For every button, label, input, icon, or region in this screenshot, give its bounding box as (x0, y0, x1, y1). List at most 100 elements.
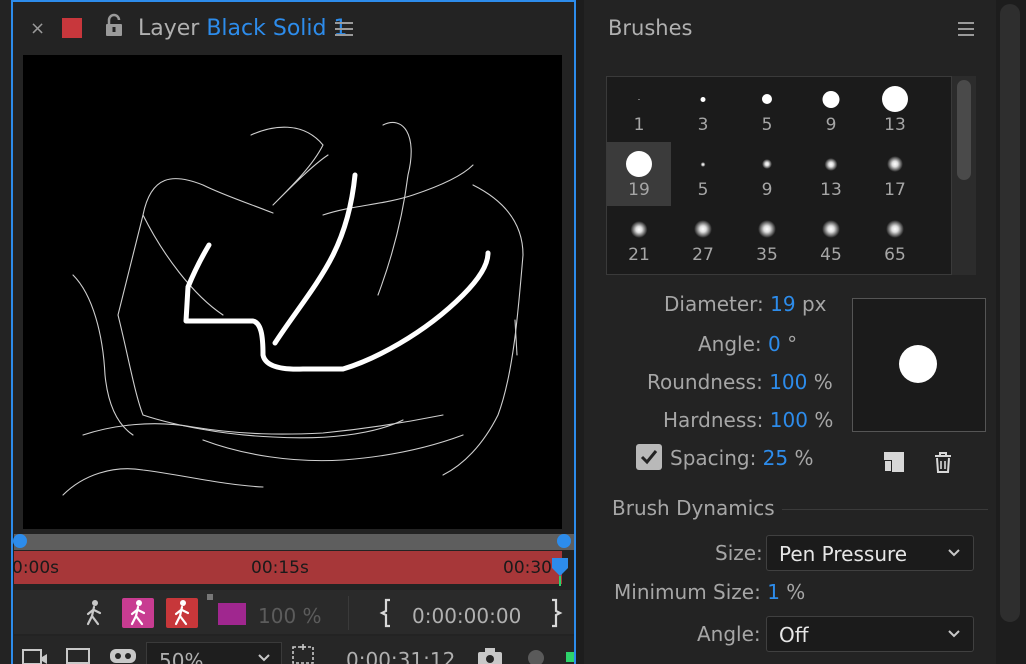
roundness-row: Roundness: 100 % (647, 370, 833, 394)
playhead-marker[interactable] (550, 552, 570, 586)
brush-preset[interactable]: 35 (735, 207, 799, 271)
panel-menu-icon[interactable] (335, 22, 353, 36)
region-of-interest-icon[interactable] (290, 644, 316, 664)
brush-preset[interactable]: 1 (607, 77, 671, 141)
brush-size-label: 9 (825, 115, 837, 135)
zoom-dropdown[interactable]: 50% (146, 642, 282, 664)
brush-preset[interactable]: 3 (671, 77, 735, 141)
brush-tip-icon (700, 161, 706, 167)
layer-viewer-canvas[interactable] (23, 55, 562, 529)
brush-tip-icon (882, 86, 908, 112)
close-tab-icon[interactable]: × (30, 18, 45, 39)
brush-tip-icon (638, 98, 640, 100)
brush-tip-icon (886, 220, 904, 238)
brush-preset[interactable]: 9 (735, 142, 799, 206)
brush-preset[interactable]: 45 (799, 207, 863, 271)
work-area-range-bar[interactable] (14, 534, 574, 550)
minimum-size-value[interactable]: 1 (767, 580, 780, 604)
brush-size-label: 1 (633, 115, 645, 135)
onion-skin-mode-button[interactable] (122, 598, 154, 628)
range-end-handle[interactable] (557, 534, 571, 548)
brush-size-label: 13 (820, 180, 842, 200)
dynamics-size-label: Size: (715, 541, 763, 565)
brush-size-label: 5 (697, 180, 709, 200)
spacing-unit: % (794, 446, 814, 470)
chevron-down-icon (258, 654, 270, 662)
minimum-size-row: Minimum Size: 1 % (614, 580, 805, 604)
unlock-icon[interactable] (103, 13, 125, 37)
brush-size-label: 21 (628, 245, 650, 265)
brush-preset[interactable]: 5 (671, 142, 735, 206)
brush-tip-icon (887, 156, 903, 172)
diameter-value[interactable]: 19 (770, 292, 795, 316)
brush-preset[interactable]: 27 (671, 207, 735, 271)
view-options-icon[interactable] (108, 646, 138, 664)
diameter-row: Diameter: 19 px (664, 292, 826, 316)
minimum-size-unit: % (786, 580, 806, 604)
hardness-value[interactable]: 100 (770, 408, 808, 432)
show-snapshot-icon[interactable] (522, 646, 550, 664)
trash-icon[interactable] (932, 450, 954, 474)
brush-preset[interactable]: 17 (863, 142, 927, 206)
roundness-value[interactable]: 100 (769, 370, 807, 394)
opacity-value[interactable]: 100 % (258, 604, 322, 628)
angle-row: Angle: 0 ° (698, 332, 797, 356)
figure-red-icon (174, 600, 190, 626)
brush-preset[interactable]: 5 (735, 77, 799, 141)
magenta-color-chip[interactable] (218, 603, 246, 625)
brush-preset[interactable]: 13 (863, 77, 927, 141)
figure-icon (130, 600, 146, 626)
dynamics-angle-dropdown[interactable]: Off (766, 616, 974, 652)
render-mode-button[interactable] (166, 598, 198, 628)
set-in-point-icon[interactable] (376, 598, 398, 628)
time-label-start: 0:00s (12, 558, 60, 578)
layer-name-link[interactable]: Black Solid 1 (206, 16, 347, 41)
layer-title-prefix: Layer (138, 16, 207, 41)
layer-panel: × Layer Black Solid 1 0:00s 00:15s 00:30… (0, 0, 576, 664)
layer-tab[interactable]: × Layer Black Solid 1 (14, 2, 574, 52)
brush-preset[interactable]: 9 (799, 77, 863, 141)
brush-preset[interactable]: 13 (799, 142, 863, 206)
dynamics-size-dropdown[interactable]: Pen Pressure (766, 535, 974, 571)
angle-value[interactable]: 0 (768, 332, 781, 356)
spacing-label: Spacing: (670, 446, 757, 470)
brush-preset[interactable]: 21 (607, 207, 671, 271)
set-out-point-icon[interactable] (544, 598, 566, 628)
brush-size-label: 5 (761, 115, 773, 135)
brush-preset[interactable]: 65 (863, 207, 927, 271)
view-controls-bar: 50% 0:00:31:12 (14, 636, 574, 664)
monitor-icon[interactable] (66, 648, 90, 664)
brush-grid-scroll-thumb[interactable] (957, 80, 971, 180)
brush-size-label: 45 (820, 245, 842, 265)
thick-strokes (183, 172, 491, 372)
brush-size-label: 65 (884, 245, 906, 265)
in-point-time[interactable]: 0:00:00:00 (412, 604, 521, 628)
brushes-panel: Brushes 1 3 5 9 13 19 5 9 13 17 21 27 35 45 65 Diamete… (584, 0, 996, 664)
brush-size-label: 19 (628, 180, 650, 200)
brush-grid-scrollbar[interactable] (952, 76, 976, 275)
preview-toggle-icon[interactable] (22, 648, 48, 664)
range-start-handle[interactable] (13, 534, 27, 548)
brush-preset[interactable]: 19 (607, 142, 671, 206)
spacing-checkbox[interactable] (636, 444, 662, 470)
indicator-dot (207, 594, 213, 600)
brushes-panel-title[interactable]: Brushes (608, 16, 692, 40)
brush-tip-icon (822, 90, 840, 108)
new-brush-icon[interactable] (882, 450, 906, 474)
brush-tip-icon (824, 157, 838, 171)
layer-controls-bar: 100 % 0:00:00:00 (14, 590, 574, 634)
roundness-label: Roundness: (647, 370, 763, 394)
brush-presets-grid: 1 3 5 9 13 19 5 9 13 17 21 27 35 45 65 (606, 76, 952, 275)
walk-icon[interactable] (78, 598, 110, 628)
brush-dynamics-heading[interactable]: Brush Dynamics (612, 496, 775, 520)
panel-scroll-thumb[interactable] (1000, 4, 1020, 622)
label-color-swatch[interactable] (62, 18, 82, 38)
snapshot-camera-icon[interactable] (476, 646, 504, 664)
dynamics-angle-value: Off (779, 623, 809, 647)
angle-unit: ° (787, 332, 798, 356)
channel-indicator (566, 652, 574, 662)
brush-size-label: 13 (884, 115, 906, 135)
spacing-value[interactable]: 25 (763, 446, 788, 470)
brush-size-label: 35 (756, 245, 778, 265)
panel-menu-icon[interactable] (958, 22, 974, 36)
